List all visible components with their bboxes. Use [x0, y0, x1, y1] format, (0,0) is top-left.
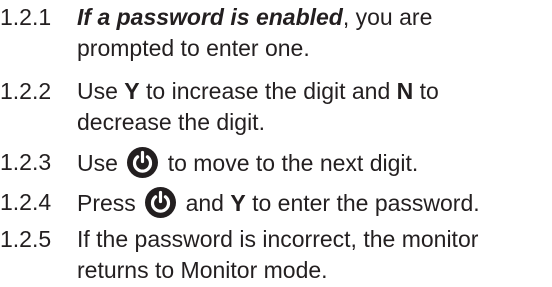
step-text-before: Use [77, 150, 118, 176]
step-number: 1.2.1 [0, 4, 52, 30]
step-text-before: Press [77, 190, 136, 216]
key-n: N [396, 78, 414, 104]
step-1-2-3: 1.2.3 Use to move to the next digit. [0, 147, 552, 178]
key-y: Y [124, 78, 140, 104]
step-text: If a password is enabled, you are [77, 2, 432, 33]
power-button-icon [145, 187, 177, 218]
step-text: Use to move to the next digit. [77, 147, 418, 179]
power-button-icon [127, 147, 159, 178]
step-1-2-2: 1.2.2 Use Y to increase the digit and N … [0, 76, 552, 138]
step-text-after: to move to the next digit. [167, 150, 419, 176]
step-1-2-4: 1.2.4 Press and Y to enter the password. [0, 187, 552, 218]
key-y: Y [230, 190, 246, 216]
instruction-list: 1.2.1 If a password is enabled, you are … [0, 0, 552, 287]
step-continuation: prompted to enter one. [77, 35, 310, 61]
step-number: 1.2.2 [0, 78, 52, 104]
step-text-middle: to increase the digit and [146, 78, 391, 104]
step-continuation: decrease the digit. [77, 109, 265, 135]
step-text: If the password is incorrect, the monito… [77, 226, 479, 252]
step-number: 1.2.5 [0, 226, 52, 252]
step-text: Use Y to increase the digit and N to [77, 76, 439, 107]
step-number: 1.2.3 [0, 149, 52, 175]
step-text-middle: and [185, 190, 224, 216]
step-text: Press and Y to enter the password. [77, 187, 480, 219]
step-1-2-5: 1.2.5 If the password is incorrect, the … [0, 224, 552, 286]
step-text-before: Use [77, 78, 118, 104]
emphasis-text: If a password is enabled [77, 4, 343, 30]
step-text-after: , you are [342, 4, 433, 30]
step-number: 1.2.4 [0, 189, 52, 215]
step-continuation: returns to Monitor mode. [77, 257, 328, 283]
step-text-after: to [419, 78, 439, 104]
step-text-after: to enter the password. [252, 190, 480, 216]
step-1-2-1: 1.2.1 If a password is enabled, you are … [0, 2, 552, 64]
